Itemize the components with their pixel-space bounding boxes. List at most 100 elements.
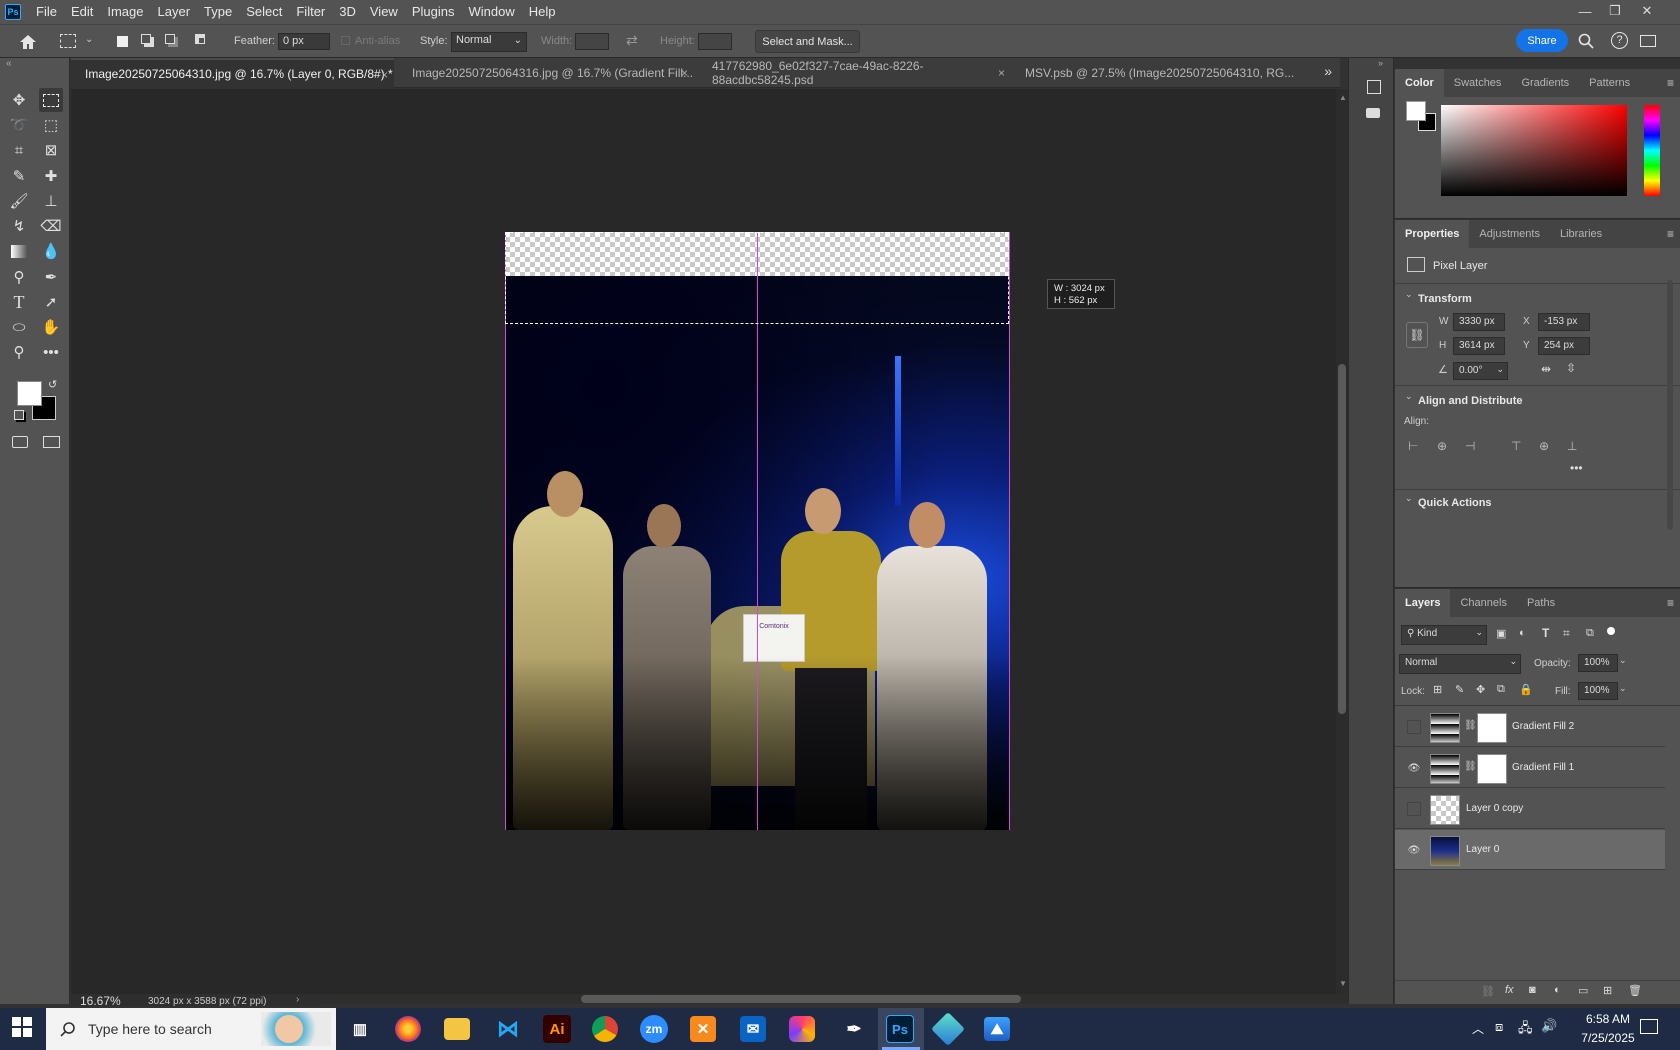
pen-app-icon[interactable]: ✒: [838, 1013, 870, 1045]
feather-input[interactable]: 0 px: [278, 33, 330, 50]
fill-field[interactable]: 100%: [1578, 682, 1618, 700]
zoom-tool-icon[interactable]: ⚲: [7, 340, 31, 364]
tab-paths[interactable]: Paths: [1517, 589, 1565, 617]
tab-document-3[interactable]: 417762980_6e02f327-7cae-49ac-8226-88acdb…: [698, 58, 1011, 88]
tab-adjustments[interactable]: Adjustments: [1469, 220, 1550, 248]
intersect-selection-icon[interactable]: [195, 34, 205, 44]
filter-toggle[interactable]: [1607, 627, 1615, 635]
tab-document-4[interactable]: MSV.psb @ 27.5% (Image20250725064310, RG…: [1011, 58, 1311, 88]
menu-view[interactable]: View: [363, 0, 405, 24]
comments-icon[interactable]: [1366, 108, 1380, 118]
menu-file[interactable]: File: [29, 0, 64, 24]
document-info[interactable]: 3024 px x 3588 px (72 ppi): [148, 996, 266, 1007]
close-tab-icon[interactable]: ×: [998, 66, 1005, 80]
style-select[interactable]: Normal ⌄: [451, 32, 527, 52]
properties-scrollbar[interactable]: [1667, 280, 1673, 530]
swap-icon[interactable]: ⇄: [626, 32, 638, 49]
more-tabs-icon[interactable]: »: [1324, 63, 1332, 79]
tab-libraries[interactable]: Libraries: [1550, 220, 1612, 248]
layer-name[interactable]: Layer 0 copy: [1466, 803, 1523, 814]
align-bottom-icon[interactable]: ⊥: [1567, 439, 1577, 453]
height-field[interactable]: 3614 px: [1453, 337, 1505, 355]
tab-layers[interactable]: Layers: [1395, 589, 1451, 617]
lock-all-icon[interactable]: 🔒: [1519, 683, 1533, 696]
move-tool-icon[interactable]: ✥: [7, 88, 31, 112]
eye-icon[interactable]: 👁: [1407, 761, 1421, 775]
select-and-mask-button[interactable]: Select and Mask...: [755, 30, 860, 53]
swap-colors-icon[interactable]: ↺: [48, 378, 57, 391]
tray-chevron-icon[interactable]: ︿: [1472, 1020, 1484, 1037]
foreground-color-swatch[interactable]: [17, 381, 42, 406]
crop-tool-icon[interactable]: ⌗: [7, 138, 31, 162]
fx-icon[interactable]: fx: [1505, 984, 1514, 996]
more-options-icon[interactable]: •••: [1570, 461, 1583, 475]
volume-icon[interactable]: 🔊: [1541, 1018, 1557, 1034]
restore-icon[interactable]: ❐: [1600, 0, 1630, 22]
rect-marquee-tool-icon[interactable]: [39, 88, 63, 112]
opacity-field[interactable]: 100%: [1578, 654, 1618, 672]
tab-document-1[interactable]: Image20250725064310.jpg @ 16.7% (Layer 0…: [71, 58, 394, 88]
filter-pixel-icon[interactable]: ▣: [1496, 627, 1506, 640]
tab-patterns[interactable]: Patterns: [1579, 69, 1640, 97]
layer-row-layer-0[interactable]: 👁 Layer 0: [1395, 830, 1665, 870]
zoom-app-icon[interactable]: zm: [640, 1015, 668, 1043]
search-icon[interactable]: [1578, 33, 1594, 49]
tab-swatches[interactable]: Swatches: [1444, 69, 1512, 97]
hue-slider[interactable]: [1644, 105, 1660, 196]
history-panel-icon[interactable]: [1367, 80, 1381, 94]
layer-name[interactable]: Gradient Fill 1: [1512, 762, 1574, 773]
mask-thumbnail[interactable]: [1477, 754, 1507, 784]
menu-help[interactable]: Help: [522, 0, 563, 24]
width-input[interactable]: [575, 33, 609, 50]
xampp-icon[interactable]: ✕: [690, 1016, 716, 1042]
menu-layer[interactable]: Layer: [151, 0, 198, 24]
x-field[interactable]: -153 px: [1538, 313, 1590, 331]
layer-filter-select[interactable]: ⚲ Kind ⌄: [1401, 625, 1487, 645]
align-top-icon[interactable]: ⊤: [1511, 439, 1521, 453]
link-icon[interactable]: ⛓: [1406, 322, 1428, 348]
photoshop-icon[interactable]: Ps: [886, 1015, 914, 1043]
chevron-down-icon[interactable]: ⌄: [1405, 289, 1413, 300]
scroll-down-icon[interactable]: ▼: [1339, 979, 1347, 988]
tab-properties[interactable]: Properties: [1395, 220, 1470, 248]
blend-mode-select[interactable]: Normal ⌄: [1399, 654, 1521, 674]
flip-horizontal-icon[interactable]: ⇹: [1541, 362, 1551, 376]
brush-tool-icon[interactable]: 🖌: [7, 189, 31, 213]
eyedropper-tool-icon[interactable]: ✎: [7, 164, 31, 188]
new-layer-icon[interactable]: ⊞: [1603, 984, 1612, 997]
screen-mode-icon[interactable]: [43, 436, 60, 448]
menu-filter[interactable]: Filter: [289, 0, 332, 24]
history-brush-tool-icon[interactable]: ↯: [7, 214, 31, 238]
lasso-tool-icon[interactable]: ➰: [7, 113, 31, 137]
task-view-icon[interactable]: ▥: [344, 1013, 376, 1045]
marquee-selection[interactable]: [505, 232, 1009, 324]
new-group-icon[interactable]: ▭: [1578, 984, 1588, 997]
quick-mask-icon[interactable]: [12, 436, 28, 448]
guide-right[interactable]: [1009, 232, 1010, 830]
creative-cloud-icon[interactable]: [789, 1016, 815, 1042]
layer-row-layer-0-copy[interactable]: Layer 0 copy: [1395, 789, 1665, 829]
align-left-icon[interactable]: ⊢: [1408, 439, 1418, 453]
outlook-icon[interactable]: ✉: [740, 1016, 766, 1042]
y-field[interactable]: 254 px: [1538, 337, 1590, 355]
lock-artboard-icon[interactable]: ⧉: [1497, 683, 1505, 696]
menu-plugins[interactable]: Plugins: [405, 0, 462, 24]
chevron-right-icon[interactable]: ›: [296, 994, 299, 1005]
align-right-icon[interactable]: ⊣: [1465, 439, 1475, 453]
visibility-toggle[interactable]: [1407, 720, 1421, 734]
chrome-icon[interactable]: [592, 1016, 618, 1042]
clock-date[interactable]: 7/25/2025: [1568, 1031, 1648, 1045]
chevron-down-icon[interactable]: ⌄: [1405, 391, 1413, 402]
tab-document-2[interactable]: Image20250725064316.jpg @ 16.7% (Gradien…: [398, 58, 694, 88]
notification-icon[interactable]: [1640, 1019, 1658, 1034]
menu-type[interactable]: Type: [197, 0, 239, 24]
marquee-preset-icon[interactable]: [60, 34, 76, 48]
lock-pixels-icon[interactable]: ✎: [1455, 683, 1464, 696]
blur-tool-icon[interactable]: 💧: [39, 239, 63, 263]
collapse-panels-icon[interactable]: »: [1378, 58, 1383, 68]
mask-thumbnail[interactable]: [1477, 713, 1507, 743]
photos-icon[interactable]: ⛰: [984, 1017, 1010, 1041]
link-icon[interactable]: ⛓: [1464, 761, 1477, 772]
default-colors-icon[interactable]: [14, 410, 24, 420]
visibility-toggle[interactable]: [1407, 802, 1421, 816]
